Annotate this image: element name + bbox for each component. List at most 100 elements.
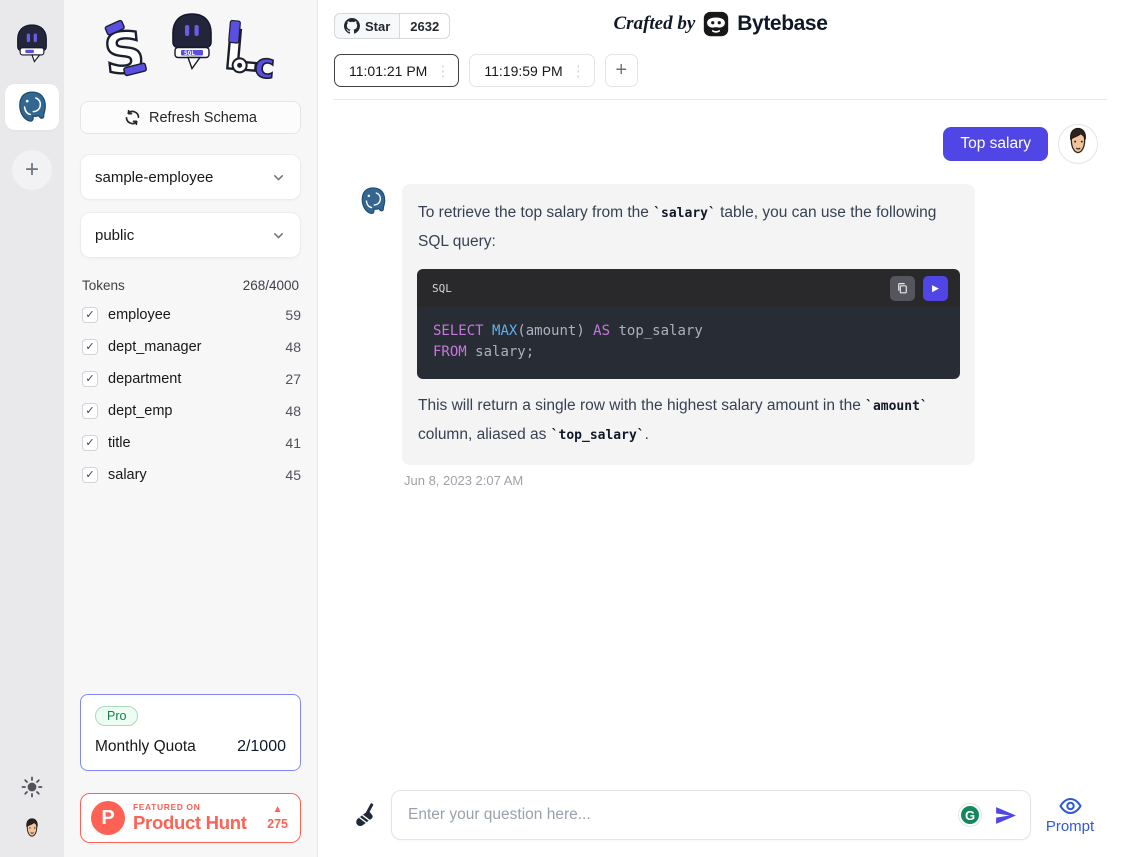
new-conversation-button[interactable]: +: [605, 54, 638, 87]
database-dropdown[interactable]: sample-employee: [80, 154, 301, 200]
table-checkbox[interactable]: ✓: [82, 339, 98, 355]
conversation-tabs: 11:01:21 PM ⋮ 11:19:59 PM ⋮ +: [334, 44, 1107, 100]
tokens-label: Tokens: [82, 278, 125, 293]
tab-menu-icon[interactable]: ⋮: [435, 62, 450, 80]
crafted-by-text: Crafted by: [614, 13, 696, 35]
top-bar: Star 2632 Crafted by Bytebase: [318, 0, 1123, 100]
sql-text: top_salary: [618, 323, 702, 339]
quota-label: Monthly Quota: [95, 738, 196, 756]
schema-dropdown-value: public: [95, 227, 134, 244]
product-hunt-name: Product Hunt: [133, 812, 259, 834]
bot-head-icon: [13, 23, 51, 65]
user-avatar: [1058, 124, 1098, 164]
table-row: ✓ employee 59: [80, 299, 301, 331]
table-checkbox[interactable]: ✓: [82, 403, 98, 419]
github-star-label: Star: [365, 19, 390, 34]
outro-text: column, aliased as: [418, 426, 551, 443]
table-checkbox[interactable]: ✓: [82, 307, 98, 323]
assistant-postgres-avatar: [358, 186, 388, 216]
table-name: dept_emp: [108, 403, 285, 419]
eye-icon: [1058, 795, 1083, 817]
code-content[interactable]: SELECT MAX(amount) AS top_salary FROM sa…: [417, 307, 960, 379]
table-token-count: 48: [285, 339, 301, 355]
bytebase-logo-icon: [703, 11, 729, 37]
user-message-row: Top salary: [358, 124, 1098, 164]
table-checkbox[interactable]: ✓: [82, 435, 98, 451]
sidebar-spacer: [80, 491, 301, 694]
table-name: dept_manager: [108, 339, 285, 355]
user-account-avatar[interactable]: [18, 815, 46, 845]
table-checkbox[interactable]: ✓: [82, 467, 98, 483]
schema-dropdown[interactable]: public: [80, 212, 301, 258]
table-name: department: [108, 371, 285, 387]
logo-band-label: SQL: [184, 50, 195, 57]
copy-code-button[interactable]: [890, 276, 915, 301]
bytebase-wordmark: Bytebase: [737, 12, 827, 36]
table-token-count: 41: [285, 435, 301, 451]
table-checkbox[interactable]: ✓: [82, 371, 98, 387]
sqlchat-bot-icon[interactable]: [11, 22, 53, 66]
quota-value: 2/1000: [237, 738, 286, 756]
schema-sidebar: S SQL L c: [64, 0, 318, 857]
main-panel: Star 2632 Crafted by Bytebase: [318, 0, 1123, 857]
product-hunt-logo: P: [91, 801, 125, 835]
table-token-count: 48: [285, 403, 301, 419]
sql-code-block: SQL ▶: [417, 269, 960, 379]
clear-conversation-broom-icon[interactable]: [354, 802, 378, 828]
upvote-icon: ▲: [267, 805, 288, 815]
tab-menu-icon[interactable]: ⋮: [571, 62, 586, 80]
sql-text: salary;: [475, 344, 534, 360]
prompt-button[interactable]: Prompt: [1044, 795, 1096, 835]
sql-keyword: SELECT: [433, 323, 492, 339]
pro-badge: Pro: [95, 706, 138, 726]
connection-postgres-selected[interactable]: [5, 84, 59, 130]
refresh-icon: [124, 109, 141, 126]
message-timestamp: Jun 8, 2023 2:07 AM: [404, 473, 975, 488]
inline-code-salary: `salary`: [653, 206, 716, 221]
chevron-down-icon: [271, 170, 286, 185]
sql-function: MAX: [492, 323, 517, 339]
question-input[interactable]: [391, 790, 1031, 840]
add-connection-button[interactable]: +: [12, 150, 52, 190]
assistant-intro-paragraph: To retrieve the top salary from the `sal…: [417, 199, 960, 256]
workspace-rail: +: [0, 0, 64, 857]
play-icon: ▶: [932, 283, 939, 294]
table-name: employee: [108, 307, 285, 323]
refresh-schema-button[interactable]: Refresh Schema: [80, 101, 301, 134]
sql-text: (amount): [517, 323, 593, 339]
run-query-button[interactable]: ▶: [923, 276, 948, 301]
postgresql-icon: [15, 90, 49, 124]
github-star-button[interactable]: Star 2632: [334, 13, 450, 39]
theme-toggle-sun-icon[interactable]: [20, 775, 44, 799]
prompt-label: Prompt: [1046, 818, 1094, 835]
logo-letter-c: c: [252, 46, 276, 88]
grammarly-icon[interactable]: G: [959, 804, 981, 826]
conversation-tab[interactable]: 11:19:59 PM ⋮: [469, 54, 594, 87]
intro-text: To retrieve the top salary from the: [418, 204, 653, 221]
sql-keyword: AS: [593, 323, 618, 339]
sqlchat-logo: S SQL L c: [98, 10, 284, 95]
code-language-label: SQL: [432, 282, 452, 295]
assistant-outro-paragraph: This will return a single row with the h…: [417, 392, 960, 449]
conversation-tab-label: 11:19:59 PM: [484, 63, 562, 79]
table-row: ✓ salary 45: [80, 459, 301, 491]
product-hunt-badge[interactable]: P FEATURED ON Product Hunt ▲ 275: [80, 793, 301, 843]
user-message-bubble: Top salary: [943, 127, 1048, 161]
github-icon: [344, 18, 360, 34]
outro-text: This will return a single row with the h…: [418, 397, 865, 414]
question-input-wrap: G: [391, 790, 1031, 840]
code-block-header: SQL ▶: [417, 269, 960, 307]
sql-chat-app: + S: [0, 0, 1123, 857]
table-row: ✓ dept_manager 48: [80, 331, 301, 363]
tokens-summary: Tokens 268/4000: [82, 278, 299, 293]
assistant-message-bubble: To retrieve the top salary from the `sal…: [402, 184, 975, 465]
chat-messages: Top salary: [318, 100, 1123, 790]
table-name: title: [108, 435, 285, 451]
logo-robot-head: SQL: [173, 14, 211, 69]
product-hunt-votes: ▲ 275: [267, 805, 288, 831]
conversation-tab-active[interactable]: 11:01:21 PM ⋮: [334, 54, 459, 87]
table-name: salary: [108, 467, 285, 483]
upvote-count: 275: [267, 817, 288, 831]
github-star-count: 2632: [400, 13, 450, 39]
send-button[interactable]: [993, 803, 1018, 828]
